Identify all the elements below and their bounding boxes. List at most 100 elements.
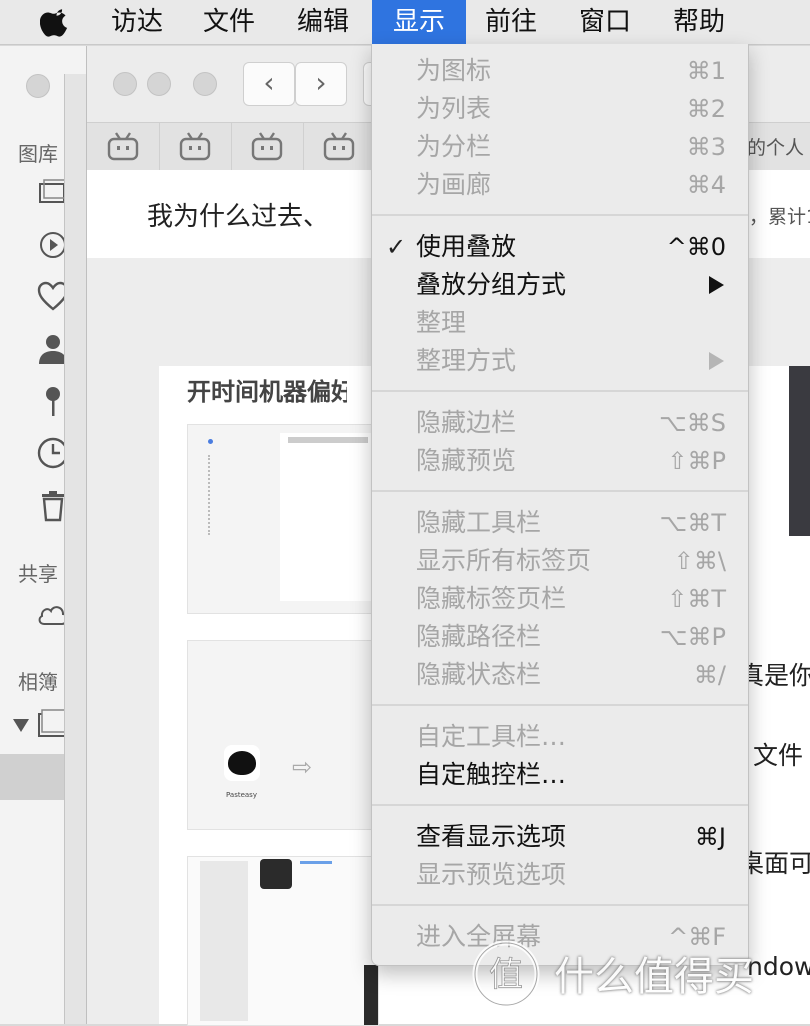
menu-separator <box>372 390 748 392</box>
tab-3[interactable] <box>231 123 304 171</box>
menu-item-label: 显示预览选项 <box>416 856 566 894</box>
menu-item-label: 隐藏工具栏 <box>416 504 541 542</box>
menu-separator <box>372 214 748 216</box>
tab-4[interactable] <box>303 123 376 171</box>
menu-item-label: 隐藏状态栏 <box>416 656 541 694</box>
watermark-logo-char: 值 <box>489 955 523 995</box>
menu-edit[interactable]: 编辑 <box>290 0 356 44</box>
menu-item-shortcut: ⌘1 <box>687 52 726 90</box>
apple-logo-icon[interactable] <box>40 6 70 38</box>
menu-bar: 访达 文件 编辑 显示 前往 窗口 帮助 <box>0 0 810 45</box>
close-button[interactable] <box>26 74 50 98</box>
thumb-caption: Pasteasy <box>226 791 257 799</box>
menu-item-label: 使用叠放 <box>416 228 516 266</box>
menu-item-as-columns[interactable]: 为分栏 ⌘3 <box>372 128 748 166</box>
menu-separator <box>372 904 748 906</box>
bilibili-icon <box>107 131 139 161</box>
menu-item-shortcut: ⌘J <box>695 818 726 856</box>
menu-item-shortcut: ⌘4 <box>687 166 726 204</box>
menu-item-show-view-options[interactable]: 查看显示选项 ⌘J <box>372 818 748 856</box>
disclosure-triangle-icon[interactable] <box>12 716 30 734</box>
sidebar-heading-albums: 相簿 <box>18 666 58 695</box>
menu-item-hide-path-bar[interactable]: 隐藏路径栏 ⌥⌘P <box>372 618 748 656</box>
menu-item-shortcut: ⌥⌘S <box>659 404 726 442</box>
menu-item-hide-tab-bar[interactable]: 隐藏标签页栏 ⇧⌘T <box>372 580 748 618</box>
menu-item-label: 显示所有标签页 <box>416 542 591 580</box>
menu-item-hide-toolbar[interactable]: 隐藏工具栏 ⌥⌘T <box>372 504 748 542</box>
menu-item-shortcut: ^⌘0 <box>667 228 726 266</box>
submenu-arrow-icon <box>709 352 724 370</box>
menu-item-hide-sidebar[interactable]: 隐藏边栏 ⌥⌘S <box>372 404 748 442</box>
menu-item-use-stacks[interactable]: ✓ 使用叠放 ^⌘0 <box>372 228 748 266</box>
close-button[interactable] <box>113 72 137 96</box>
body-text-fragment: 文件 <box>753 736 803 772</box>
bilibili-icon <box>323 131 355 161</box>
menu-separator <box>372 804 748 806</box>
menu-item-shortcut: ⇧⌘P <box>667 442 726 480</box>
watermark: 值 什么值得买 <box>468 936 808 1012</box>
document-title: 我为什么过去、 <box>147 196 329 233</box>
menu-item-as-gallery[interactable]: 为画廊 ⌘4 <box>372 166 748 204</box>
menu-item-shortcut: ⌥⌘P <box>660 618 726 656</box>
menu-item-label: 自定工具栏… <box>416 718 566 756</box>
menu-item-label: 为列表 <box>416 90 491 128</box>
tab-2[interactable] <box>159 123 232 171</box>
menu-window[interactable]: 窗口 <box>572 0 638 44</box>
menu-help[interactable]: 帮助 <box>666 0 732 44</box>
menu-item-label: 隐藏边栏 <box>416 404 516 442</box>
tab-title-partial[interactable]: 的个人 <box>747 133 804 160</box>
document-meta-partial: ，累计1 <box>749 202 810 229</box>
tab-1[interactable] <box>87 123 160 171</box>
menu-item-as-icons[interactable]: 为图标 ⌘1 <box>372 52 748 90</box>
watermark-text: 什么值得买 <box>554 944 754 1002</box>
menu-item-shortcut: ⇧⌘\ <box>674 542 726 580</box>
arrow-right-icon: ⇨ <box>292 753 312 781</box>
screenshot-thumbnail[interactable] <box>187 856 379 1026</box>
menu-item-shortcut: ⌘2 <box>687 90 726 128</box>
menu-item-customize-toolbar[interactable]: 自定工具栏… <box>372 718 748 756</box>
menu-separator <box>372 490 748 492</box>
menu-separator <box>372 704 748 706</box>
minimize-button[interactable] <box>147 72 171 96</box>
menu-item-label: 隐藏标签页栏 <box>416 580 566 618</box>
article-heading: 开时间机器偏好 <box>187 372 347 407</box>
bilibili-icon <box>251 131 283 161</box>
menu-go[interactable]: 前往 <box>478 0 544 44</box>
menu-item-label: 为分栏 <box>416 128 491 166</box>
menu-item-label: 为画廊 <box>416 166 491 204</box>
back-button[interactable]: ‹ <box>243 62 295 106</box>
smzdm-logo-icon: 值 <box>470 938 542 1010</box>
screenshot-thumbnail[interactable]: ⇨ Pasteasy <box>187 640 379 830</box>
zoom-button[interactable] <box>193 72 217 96</box>
body-text-fragment: 桌面可 <box>739 844 810 880</box>
view-menu-dropdown: 为图标 ⌘1 为列表 ⌘2 为分栏 ⌘3 为画廊 ⌘4 ✓ 使用叠放 ^⌘0 叠… <box>371 44 749 966</box>
menu-item-group-stacks-by[interactable]: 叠放分组方式 <box>372 266 748 304</box>
menu-view[interactable]: 显示 <box>372 0 466 44</box>
photo-strip <box>789 366 810 536</box>
menu-item-show-all-tabs[interactable]: 显示所有标签页 ⇧⌘\ <box>372 542 748 580</box>
checkmark-icon: ✓ <box>386 228 406 266</box>
menu-file[interactable]: 文件 <box>196 0 262 44</box>
menu-item-as-list[interactable]: 为列表 ⌘2 <box>372 90 748 128</box>
menu-item-label: 自定触控栏… <box>416 756 566 794</box>
menu-item-label: 隐藏预览 <box>416 442 516 480</box>
menu-finder[interactable]: 访达 <box>104 0 170 44</box>
sidebar-heading-shared: 共享 <box>18 558 58 587</box>
menu-item-label: 整理方式 <box>416 342 516 380</box>
forward-button[interactable]: › <box>295 62 347 106</box>
menu-item-label: 查看显示选项 <box>416 818 566 856</box>
screenshot-thumbnail[interactable] <box>187 424 379 614</box>
menu-item-label: 隐藏路径栏 <box>416 618 541 656</box>
menu-item-label: 为图标 <box>416 52 491 90</box>
menu-item-hide-preview[interactable]: 隐藏预览 ⇧⌘P <box>372 442 748 480</box>
app-logo-icon <box>224 745 260 781</box>
menu-item-hide-status-bar[interactable]: 隐藏状态栏 ⌘/ <box>372 656 748 694</box>
menu-item-shortcut: ⌘3 <box>687 128 726 166</box>
menu-item-show-preview-options[interactable]: 显示预览选项 <box>372 856 748 894</box>
menu-item-clean-up-by[interactable]: 整理方式 <box>372 342 748 380</box>
menu-item-clean-up[interactable]: 整理 <box>372 304 748 342</box>
menu-item-customize-touch-bar[interactable]: 自定触控栏… <box>372 756 748 794</box>
menu-item-shortcut: ⇧⌘T <box>667 580 726 618</box>
menu-item-shortcut: ⌘/ <box>694 656 726 694</box>
sidebar-heading-library: 图库 <box>18 138 58 167</box>
